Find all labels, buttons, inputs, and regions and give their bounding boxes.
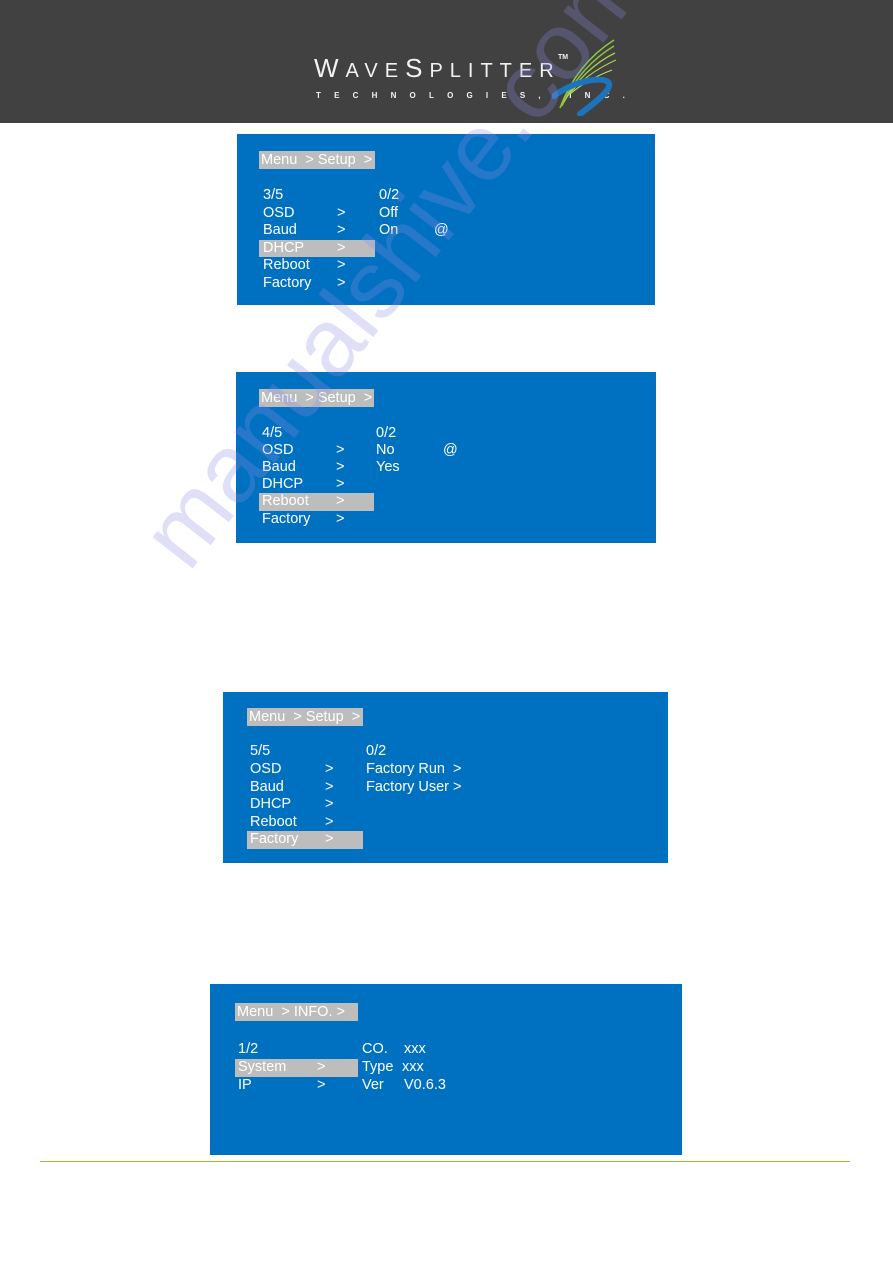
chevron-right-icon: > bbox=[317, 1077, 326, 1093]
option-label: Factory Run > bbox=[366, 761, 462, 777]
menu-item-label: Reboot bbox=[263, 257, 310, 273]
osd-panel-setup-reboot: Menu > Setup > 4/5 0/2 OSD > Baud > DHCP… bbox=[236, 372, 656, 543]
menu-item-label: Baud bbox=[262, 459, 296, 475]
breadcrumb: Menu > Setup > bbox=[247, 708, 363, 726]
chevron-right-icon: > bbox=[336, 476, 345, 492]
current-selection-marker: @ bbox=[434, 222, 449, 238]
menu-item-label: IP bbox=[238, 1077, 252, 1093]
breadcrumb: Menu > INFO. > bbox=[235, 1003, 358, 1021]
menu-item-label: Factory bbox=[250, 831, 299, 847]
info-key: CO. bbox=[362, 1041, 388, 1057]
menu-item-label: DHCP bbox=[250, 796, 292, 812]
current-selection-marker: @ bbox=[443, 442, 458, 458]
chevron-right-icon: > bbox=[337, 204, 346, 221]
option-label: No bbox=[376, 442, 395, 458]
option-label: Factory User > bbox=[366, 778, 462, 795]
menu-item-ip[interactable]: IP > bbox=[235, 1077, 358, 1095]
chevron-right-icon: > bbox=[337, 239, 346, 256]
chevron-right-icon: > bbox=[325, 761, 334, 777]
menu-item-dhcp[interactable]: DHCP > bbox=[247, 796, 363, 814]
chevron-right-icon: > bbox=[337, 257, 346, 273]
menu-item-label: Factory bbox=[262, 510, 311, 527]
chevron-right-icon: > bbox=[337, 274, 346, 291]
chevron-right-icon: > bbox=[336, 459, 345, 475]
menu-item-label: Reboot bbox=[250, 813, 297, 830]
option-label: Off bbox=[379, 204, 399, 221]
option-label: Yes bbox=[376, 459, 400, 475]
chevron-right-icon: > bbox=[317, 1059, 326, 1075]
sub-indicator: 0/2 bbox=[376, 425, 397, 441]
page-indicator: 3/5 bbox=[263, 187, 284, 203]
breadcrumb: Menu > Setup > bbox=[259, 151, 375, 169]
logo-letter: W bbox=[314, 53, 346, 83]
sub-indicator: 0/2 bbox=[366, 743, 387, 759]
menu-item-label: System bbox=[238, 1059, 287, 1075]
menu-item-label: Baud bbox=[263, 222, 297, 238]
option-label: On bbox=[379, 222, 399, 238]
menu-item-factory-selected[interactable]: Factory > bbox=[247, 831, 363, 849]
menu-item-baud[interactable]: Baud > bbox=[259, 222, 375, 240]
chevron-right-icon: > bbox=[336, 442, 345, 458]
osd-panel-setup-factory: Menu > Setup > 5/5 0/2 OSD > Baud > DHCP… bbox=[223, 692, 668, 863]
sub-indicator: 0/2 bbox=[379, 187, 400, 203]
menu-item-system-selected[interactable]: System > bbox=[235, 1059, 358, 1077]
info-value: xxx bbox=[404, 1041, 426, 1057]
footer-divider bbox=[40, 1161, 850, 1162]
page-header: WAVESPLITTER TM TECHNOLOGIES, INC. bbox=[0, 0, 893, 123]
logo-swoosh-icon bbox=[552, 39, 617, 116]
menu-item-factory[interactable]: Factory > bbox=[258, 511, 374, 529]
logo-letter: S bbox=[405, 53, 430, 83]
wavesplitter-logo: WAVESPLITTER TM TECHNOLOGIES, INC. bbox=[312, 36, 625, 116]
info-key: Type bbox=[362, 1059, 394, 1075]
menu-item-label: Reboot bbox=[262, 493, 309, 509]
menu-item-label: OSD bbox=[263, 204, 295, 221]
menu-item-label: Baud bbox=[250, 778, 284, 795]
menu-item-reboot[interactable]: Reboot > bbox=[247, 814, 363, 832]
chevron-right-icon: > bbox=[325, 778, 334, 795]
osd-panel-info-system: Menu > INFO. > 1/2 System > IP > CO. xxx… bbox=[210, 984, 682, 1155]
menu-item-label: OSD bbox=[250, 761, 282, 777]
menu-item-reboot[interactable]: Reboot > bbox=[259, 257, 375, 275]
info-key: Ver bbox=[362, 1077, 384, 1093]
page-indicator: 4/5 bbox=[262, 425, 283, 441]
menu-item-label: Factory bbox=[263, 274, 312, 291]
chevron-right-icon: > bbox=[337, 222, 346, 238]
chevron-right-icon: > bbox=[325, 813, 334, 830]
breadcrumb: Menu > Setup > bbox=[259, 389, 374, 407]
chevron-right-icon: > bbox=[325, 831, 334, 847]
menu-item-dhcp[interactable]: DHCP > bbox=[258, 476, 374, 494]
info-value: xxx bbox=[402, 1059, 424, 1075]
page-indicator: 1/2 bbox=[238, 1041, 259, 1057]
osd-panel-setup-dhcp: Menu > Setup > 3/5 0/2 OSD > Baud > DHCP… bbox=[237, 134, 655, 305]
menu-item-dhcp-selected[interactable]: DHCP > bbox=[259, 239, 375, 258]
chevron-right-icon: > bbox=[325, 796, 334, 812]
menu-item-osd[interactable]: OSD > bbox=[247, 761, 363, 779]
menu-item-label: DHCP bbox=[263, 239, 305, 256]
menu-item-factory[interactable]: Factory > bbox=[259, 275, 375, 293]
info-value: V0.6.3 bbox=[404, 1077, 446, 1093]
menu-item-label: OSD bbox=[262, 442, 294, 458]
chevron-right-icon: > bbox=[336, 510, 345, 527]
menu-item-reboot-selected[interactable]: Reboot > bbox=[259, 493, 374, 511]
menu-item-osd[interactable]: OSD > bbox=[258, 442, 374, 460]
logo-letters: PLITTER bbox=[429, 60, 561, 82]
logo-wordmark: WAVESPLITTER bbox=[314, 53, 561, 84]
chevron-right-icon: > bbox=[336, 493, 345, 509]
menu-item-baud[interactable]: Baud > bbox=[247, 779, 363, 797]
menu-item-osd[interactable]: OSD > bbox=[259, 205, 375, 223]
logo-letters: AVE bbox=[345, 60, 406, 82]
menu-item-baud[interactable]: Baud > bbox=[258, 459, 374, 477]
page-indicator: 5/5 bbox=[250, 743, 271, 759]
menu-item-label: DHCP bbox=[262, 476, 304, 492]
